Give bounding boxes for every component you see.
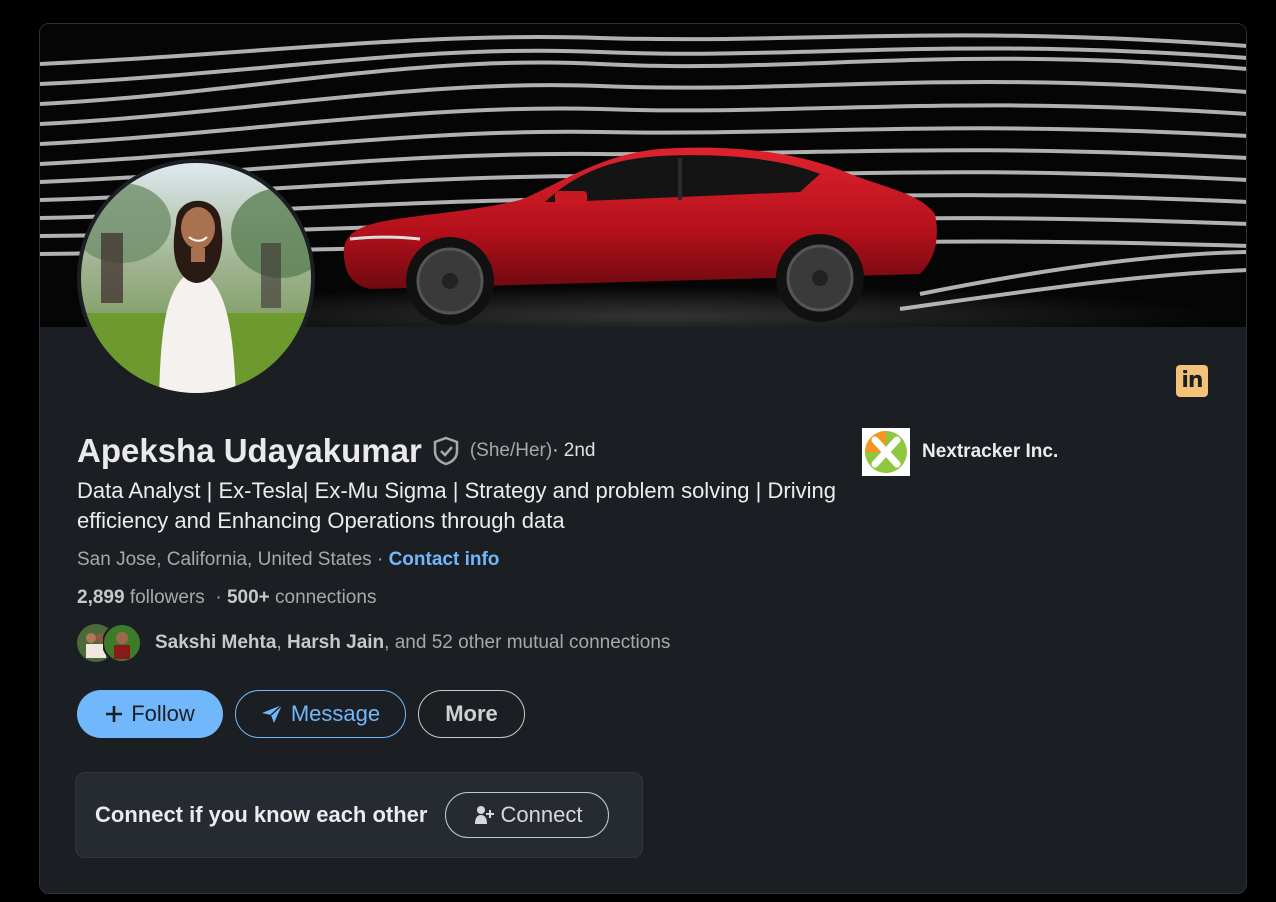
connect-prompt: Connect if you know each other Connect bbox=[75, 772, 643, 858]
message-label: Message bbox=[290, 701, 381, 726]
more-label: More bbox=[445, 701, 498, 726]
send-icon bbox=[261, 704, 283, 724]
mutual-avatar-2 bbox=[103, 623, 141, 663]
profile-location: San Jose, California, United States bbox=[77, 549, 372, 570]
verified-shield-icon[interactable] bbox=[432, 436, 460, 466]
location-row: San Jose, California, United States · Co… bbox=[77, 549, 499, 571]
mutual-avatars bbox=[77, 622, 145, 664]
connect-button[interactable]: Connect bbox=[445, 792, 610, 838]
plus-icon bbox=[105, 705, 123, 723]
stats-separator: · bbox=[204, 587, 227, 608]
profile-avatar[interactable] bbox=[77, 159, 315, 397]
mutual-rest: , and 52 other mutual connections bbox=[384, 632, 671, 653]
nextracker-logo-icon bbox=[862, 428, 910, 476]
connection-degree: · 2nd bbox=[552, 440, 596, 461]
message-button[interactable]: Message bbox=[235, 690, 406, 738]
connections-count[interactable]: 500+ bbox=[227, 587, 270, 608]
mutual-connections-text: Sakshi Mehta, Harsh Jain, and 52 other m… bbox=[155, 632, 670, 654]
more-button[interactable]: More bbox=[418, 690, 525, 738]
followers-label: followers bbox=[124, 587, 205, 608]
location-separator: · bbox=[371, 549, 389, 570]
profile-pronouns: (She/Her) bbox=[469, 440, 553, 461]
connect-prompt-text: Connect if you know each other bbox=[95, 802, 428, 827]
stats-row: 2,899 followers · 500+ connections bbox=[77, 587, 376, 609]
current-company[interactable]: Nextracker Inc. bbox=[862, 428, 1058, 476]
profile-card: in Apeksha Udayakumar (She/Her) · 2nd Ne… bbox=[39, 23, 1247, 894]
company-name: Nextracker Inc. bbox=[922, 441, 1059, 462]
profile-headline: Data Analyst | Ex-Tesla| Ex-Mu Sigma | S… bbox=[77, 478, 836, 533]
name-row: Apeksha Udayakumar (She/Her) · 2nd bbox=[77, 432, 596, 470]
add-person-icon bbox=[473, 804, 495, 826]
follow-label: Follow bbox=[131, 701, 195, 726]
mutual-connections[interactable]: Sakshi Mehta, Harsh Jain, and 52 other m… bbox=[77, 622, 670, 664]
linkedin-badge-icon: in bbox=[1176, 365, 1208, 397]
contact-info-link[interactable]: Contact info bbox=[389, 549, 500, 570]
profile-actions: Follow Message More bbox=[77, 690, 525, 738]
connections-label[interactable]: connections bbox=[270, 587, 376, 608]
profile-photo bbox=[81, 163, 311, 393]
profile-name: Apeksha Udayakumar bbox=[77, 432, 422, 469]
mutual-separator: , bbox=[276, 632, 287, 653]
connect-label: Connect bbox=[500, 802, 583, 827]
mutual-name-1: Sakshi Mehta bbox=[155, 632, 277, 653]
mutual-name-2: Harsh Jain bbox=[287, 632, 385, 653]
follow-button[interactable]: Follow bbox=[77, 690, 223, 738]
followers-count: 2,899 bbox=[77, 587, 125, 608]
